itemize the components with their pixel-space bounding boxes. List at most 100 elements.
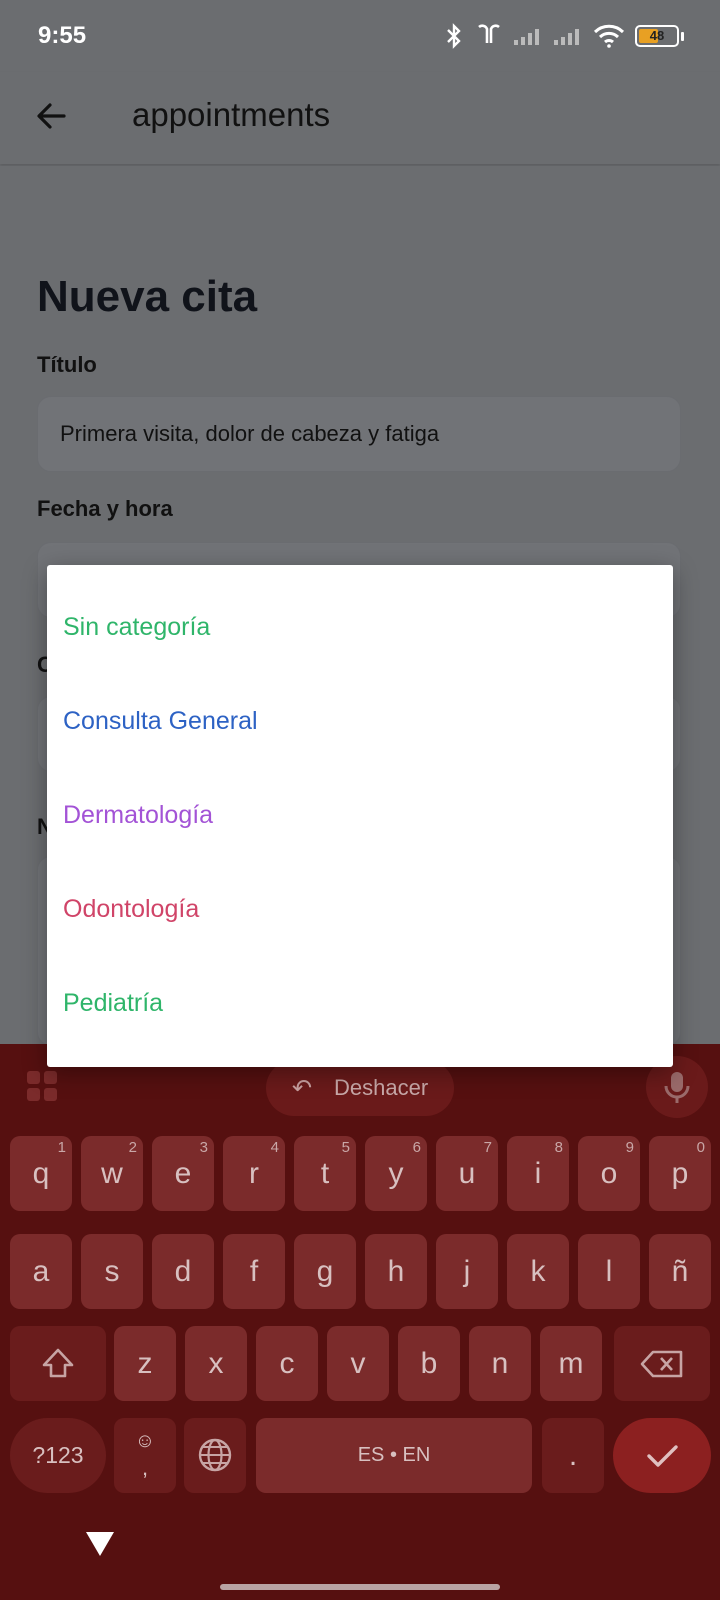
key-ñ[interactable]: ñ — [649, 1234, 711, 1309]
key-s[interactable]: s — [81, 1234, 143, 1309]
key-q[interactable]: q1 — [10, 1136, 72, 1211]
key-number-hint: 3 — [199, 1139, 208, 1156]
key-l[interactable]: l — [578, 1234, 640, 1309]
title-field[interactable]: Primera visita, dolor de cabeza y fatiga — [37, 396, 681, 472]
key-i[interactable]: i8 — [507, 1136, 569, 1211]
app-bar: appointments — [0, 72, 720, 164]
key-e[interactable]: e3 — [152, 1136, 214, 1211]
key-label: d — [174, 1255, 192, 1288]
period-key[interactable]: . — [542, 1418, 604, 1493]
datetime-label: Fecha y hora — [37, 496, 173, 521]
status-bar: 9:55 48 — [0, 0, 720, 72]
key-label: j — [463, 1255, 471, 1288]
key-label: a — [32, 1255, 50, 1288]
key-number-hint: 7 — [483, 1139, 492, 1156]
key-label: f — [249, 1255, 259, 1288]
key-label: ñ — [671, 1255, 689, 1288]
key-label: o — [600, 1157, 618, 1190]
earbuds-icon — [478, 24, 500, 43]
status-icons: 48 — [443, 20, 684, 52]
key-label: w — [101, 1157, 123, 1190]
key-number-hint: 4 — [270, 1139, 279, 1156]
key-j[interactable]: j — [436, 1234, 498, 1309]
category-option-label: Sin categoría — [63, 613, 211, 641]
category-option-label: Consulta General — [63, 707, 258, 735]
key-o[interactable]: o9 — [578, 1136, 640, 1211]
battery-level: 48 — [649, 28, 665, 43]
shift-key[interactable] — [10, 1326, 106, 1401]
key-m[interactable]: m — [540, 1326, 602, 1401]
comma-glyph: , — [141, 1455, 149, 1480]
home-indicator[interactable] — [220, 1584, 500, 1590]
key-label: s — [104, 1255, 120, 1288]
key-label: g — [316, 1255, 334, 1288]
key-label: i — [534, 1157, 542, 1190]
key-label: m — [558, 1347, 584, 1380]
key-label: h — [387, 1255, 405, 1288]
key-label: l — [605, 1255, 613, 1288]
category-option[interactable]: Odontología — [47, 863, 673, 957]
checkmark-icon — [647, 1445, 678, 1467]
category-option-label: Odontología — [63, 895, 200, 923]
undo-label: Deshacer — [334, 1075, 429, 1100]
key-label: t — [320, 1157, 330, 1190]
category-option[interactable]: Pediatría — [47, 957, 673, 1051]
key-t[interactable]: t5 — [294, 1136, 356, 1211]
backspace-icon — [640, 1350, 683, 1378]
key-f[interactable]: f — [223, 1234, 285, 1309]
key-label: z — [137, 1347, 153, 1380]
apps-grid-icon[interactable] — [26, 1070, 58, 1102]
category-option[interactable]: Dermatología — [47, 769, 673, 863]
key-h[interactable]: h — [365, 1234, 427, 1309]
key-n[interactable]: n — [469, 1326, 531, 1401]
key-label: x — [208, 1347, 224, 1380]
signal-icon-sim2 — [554, 29, 579, 45]
key-r[interactable]: r4 — [223, 1136, 285, 1211]
key-number-hint: 6 — [412, 1139, 421, 1156]
key-label: q — [32, 1157, 50, 1190]
key-k[interactable]: k — [507, 1234, 569, 1309]
key-label: c — [279, 1347, 295, 1380]
key-label: b — [420, 1347, 438, 1380]
navigation-bar — [0, 1500, 720, 1600]
category-option-label: Dermatología — [63, 801, 214, 829]
emoji-key[interactable]: ☺ , — [114, 1418, 176, 1493]
symbols-key[interactable]: ?123 — [10, 1418, 106, 1493]
key-y[interactable]: y6 — [365, 1136, 427, 1211]
key-v[interactable]: v — [327, 1326, 389, 1401]
key-label: k — [530, 1255, 546, 1288]
key-g[interactable]: g — [294, 1234, 356, 1309]
key-c[interactable]: c — [256, 1326, 318, 1401]
globe-icon — [198, 1438, 232, 1472]
key-number-hint: 2 — [128, 1139, 137, 1156]
category-option[interactable]: Sin categoría — [47, 581, 673, 675]
space-bar[interactable]: ES • EN — [256, 1418, 532, 1493]
hide-keyboard-icon[interactable] — [84, 1530, 116, 1558]
back-arrow-icon[interactable] — [30, 94, 74, 138]
key-z[interactable]: z — [114, 1326, 176, 1401]
key-p[interactable]: p0 — [649, 1136, 711, 1211]
undo-icon: ↶ — [292, 1075, 313, 1102]
category-option[interactable]: Consulta General — [47, 675, 673, 769]
category-option-label: Pediatría — [63, 989, 164, 1017]
key-x[interactable]: x — [185, 1326, 247, 1401]
backspace-key[interactable] — [614, 1326, 710, 1401]
key-label: u — [458, 1157, 476, 1190]
key-w[interactable]: w2 — [81, 1136, 143, 1211]
key-label: r — [249, 1157, 259, 1190]
wifi-icon — [593, 24, 625, 48]
key-a[interactable]: a — [10, 1234, 72, 1309]
key-label: p — [671, 1157, 689, 1190]
page-title: Nueva cita — [37, 272, 258, 321]
key-b[interactable]: b — [398, 1326, 460, 1401]
key-number-hint: 5 — [341, 1139, 350, 1156]
language-key[interactable] — [184, 1418, 246, 1493]
enter-key[interactable] — [613, 1418, 711, 1493]
key-u[interactable]: u7 — [436, 1136, 498, 1211]
status-time: 9:55 — [38, 22, 87, 49]
category-dialog: Sin categoría Consulta General Dermatologí… — [47, 565, 673, 1067]
key-number-hint: 1 — [57, 1139, 66, 1156]
key-d[interactable]: d — [152, 1234, 214, 1309]
bluetooth-icon — [447, 23, 461, 49]
undo-button[interactable]: ↶ Deshacer — [266, 1060, 454, 1116]
